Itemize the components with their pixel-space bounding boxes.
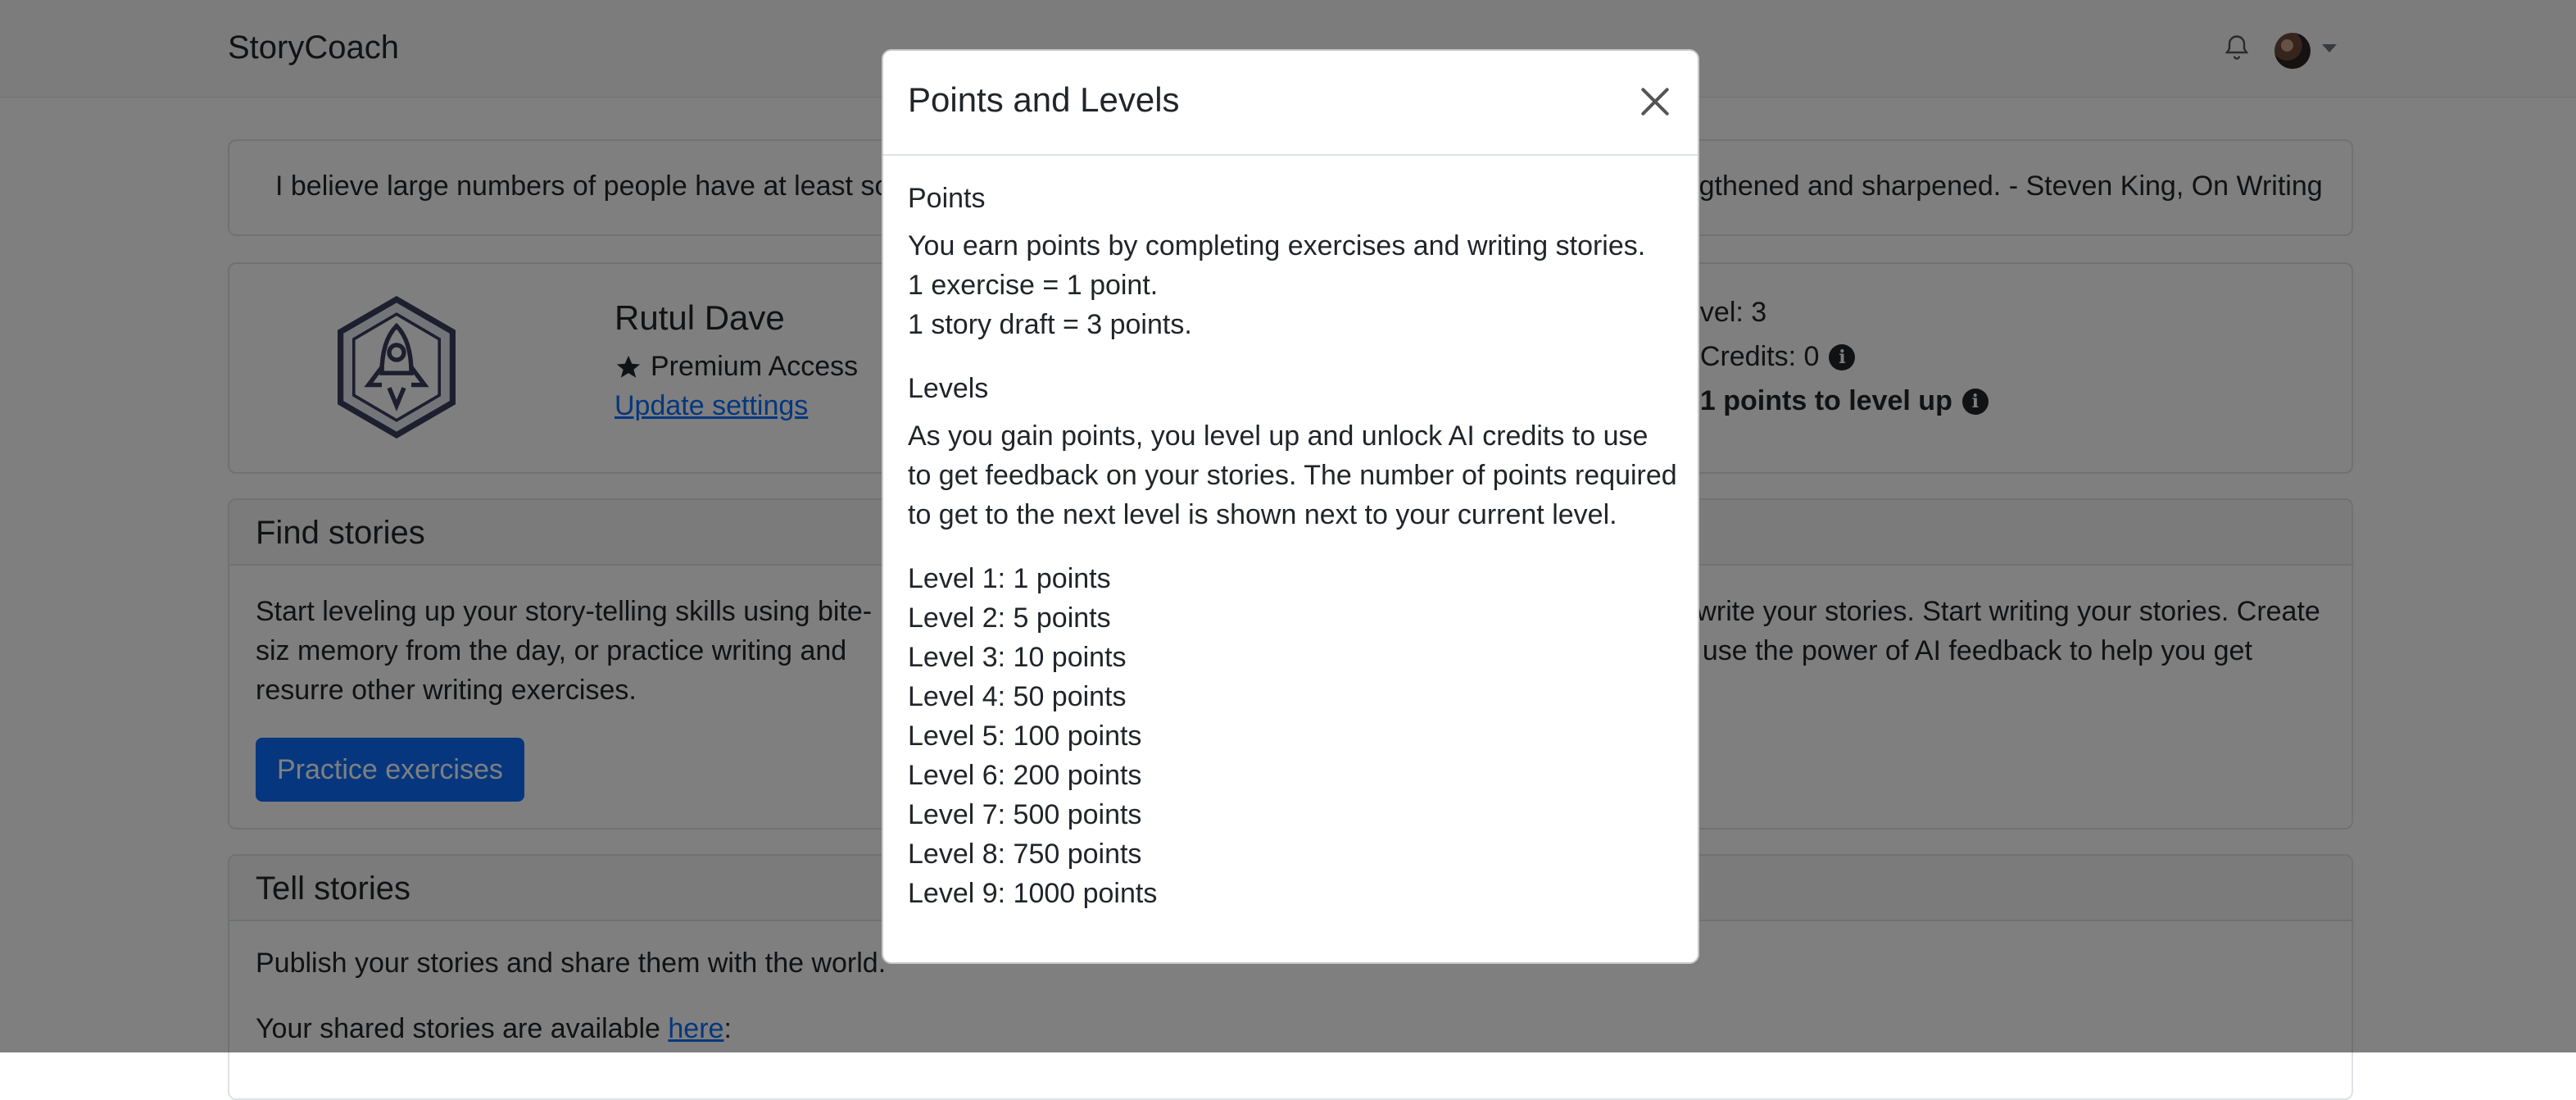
level-item: Level 5: 100 points — [908, 720, 1142, 752]
level-item: Level 3: 10 points — [908, 642, 1127, 673]
modal-header: Points and Levels — [883, 51, 1698, 156]
levels-description: As you gain points, you level up and unl… — [908, 420, 1677, 530]
level-item: Level 6: 200 points — [908, 760, 1142, 791]
points-heading: Points — [908, 183, 986, 214]
level-item: Level 1: 1 points — [908, 563, 1111, 594]
points-line: 1 story draft = 3 points. — [908, 309, 1192, 340]
level-item: Level 9: 1000 points — [908, 878, 1158, 909]
levels-heading: Levels — [908, 373, 989, 404]
points-levels-modal: Points and Levels Points You earn points… — [882, 49, 1699, 964]
points-line: 1 exercise = 1 point. — [908, 270, 1159, 301]
level-item: Level 7: 500 points — [908, 799, 1142, 830]
level-item: Level 2: 5 points — [908, 602, 1111, 634]
modal-body: Points You earn points by completing exe… — [908, 179, 1678, 913]
level-item: Level 8: 750 points — [908, 839, 1142, 870]
level-item: Level 4: 50 points — [908, 681, 1127, 712]
modal-title: Points and Levels — [908, 80, 1180, 119]
points-line: You earn points by completing exercises … — [908, 230, 1646, 261]
close-icon[interactable] — [1637, 84, 1673, 120]
